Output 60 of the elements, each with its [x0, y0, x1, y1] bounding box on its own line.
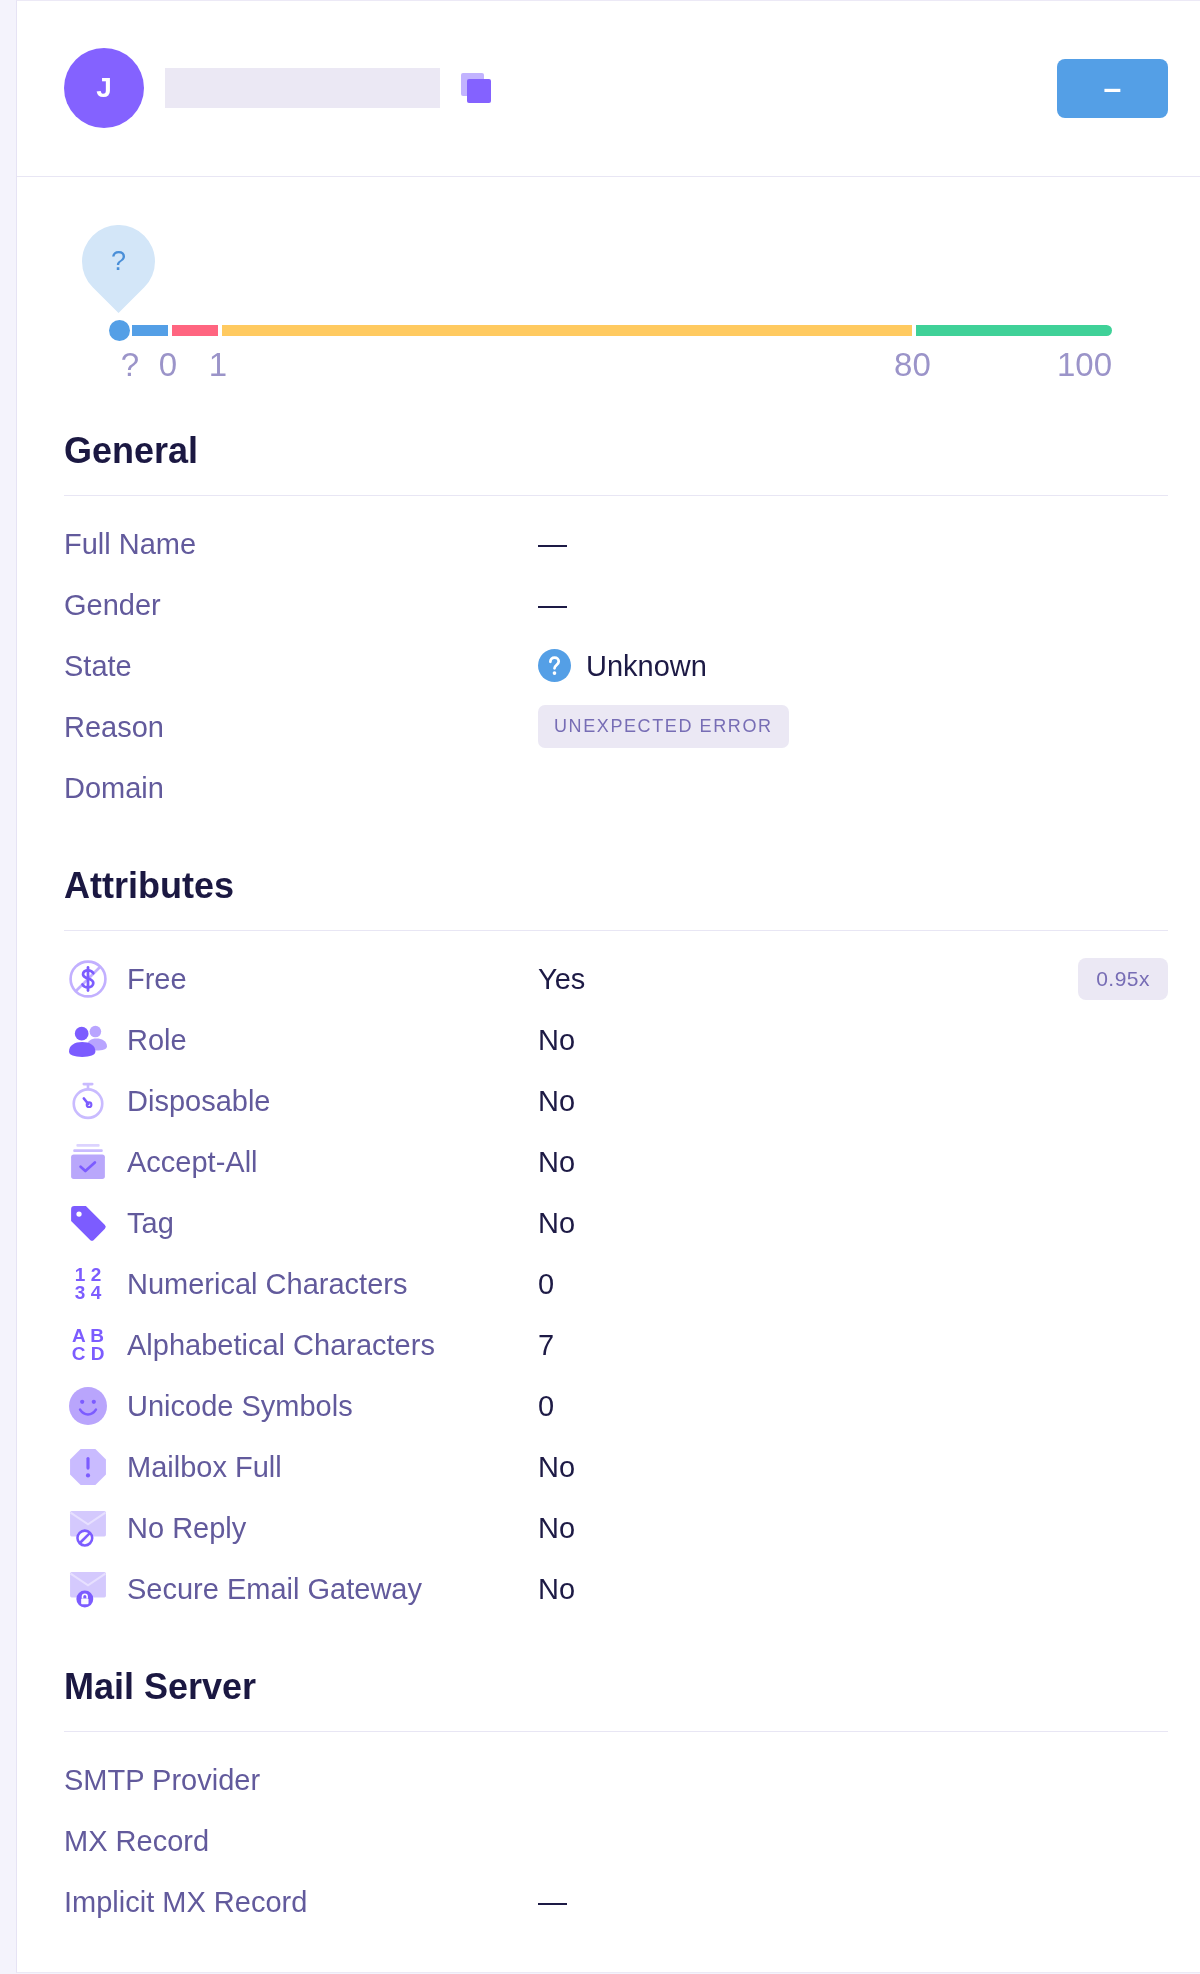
field-value: 0: [538, 1388, 555, 1424]
field-label: MX Record: [64, 1823, 211, 1859]
field-value: No: [538, 1449, 576, 1485]
avatar: J: [64, 48, 144, 128]
smiley-icon: [69, 1386, 107, 1425]
multiplier-tag: 0.95x: [1078, 957, 1168, 1000]
field-label: Gender: [64, 587, 162, 623]
digits-icon: 1 2 3 4: [69, 1264, 107, 1303]
scale-tick: 100: [1056, 347, 1112, 383]
field-label: Secure Email Gateway: [127, 1571, 422, 1607]
scale-tick: 0: [158, 347, 178, 383]
field-label: State: [64, 648, 133, 684]
field-value: —: [538, 1884, 567, 1920]
marker-dot-icon: [109, 320, 130, 341]
field-label: Unicode Symbols: [127, 1388, 353, 1424]
field-label: Accept-All: [127, 1144, 258, 1180]
field-value: 0: [538, 1266, 555, 1302]
field-label: Mailbox Full: [127, 1449, 282, 1485]
field-value: No: [538, 1144, 576, 1180]
field-value: No: [538, 1510, 576, 1546]
field-label: SMTP Provider: [64, 1762, 262, 1798]
field-value: —: [538, 526, 567, 562]
field-label: No Reply: [127, 1510, 247, 1546]
field-label: Full Name: [64, 526, 198, 562]
envelope-ban-icon: [69, 1508, 107, 1547]
copy-icon[interactable]: [461, 73, 491, 103]
field-label: Domain: [64, 770, 165, 806]
letters-icon: A B C D: [69, 1325, 107, 1364]
field-label: Alphabetical Characters: [127, 1327, 435, 1363]
dollar-slash-icon: [69, 959, 107, 998]
field-label: Role: [127, 1022, 187, 1058]
field-value: No: [538, 1205, 576, 1241]
section-title: Mail Server: [64, 1665, 258, 1709]
field-label: Free: [127, 961, 187, 997]
field-value: No: [538, 1083, 576, 1119]
envelope-lock-icon: [69, 1569, 107, 1608]
section-title: Attributes: [64, 864, 235, 908]
field-label: Numerical Characters: [127, 1266, 408, 1302]
field-label: Tag: [127, 1205, 174, 1241]
octagon-alert-icon: [69, 1447, 107, 1486]
scale-tick: 1: [208, 347, 227, 383]
status-tag: UNEXPECTED ERROR: [538, 705, 789, 748]
tag-icon: [69, 1203, 107, 1242]
field-label: Disposable: [127, 1083, 271, 1119]
field-value: No: [538, 1022, 576, 1058]
field-value: Unknown: [586, 648, 707, 684]
section-title: General: [64, 429, 200, 473]
question-icon: [538, 649, 571, 682]
field-label: Reason: [64, 709, 165, 745]
field-value: No: [538, 1571, 576, 1607]
action-button[interactable]: –: [1057, 58, 1168, 118]
stopwatch-icon: [69, 1081, 107, 1120]
field-value: —: [538, 587, 567, 623]
field-value: 7: [538, 1327, 555, 1363]
scale-tick: ?: [120, 347, 140, 383]
inbox-check-icon: [69, 1142, 107, 1181]
scale-tick: 80: [894, 347, 931, 383]
score-pin: ?: [82, 225, 155, 313]
field-value: Yes: [538, 961, 586, 997]
field-label: Implicit MX Record: [64, 1884, 309, 1920]
